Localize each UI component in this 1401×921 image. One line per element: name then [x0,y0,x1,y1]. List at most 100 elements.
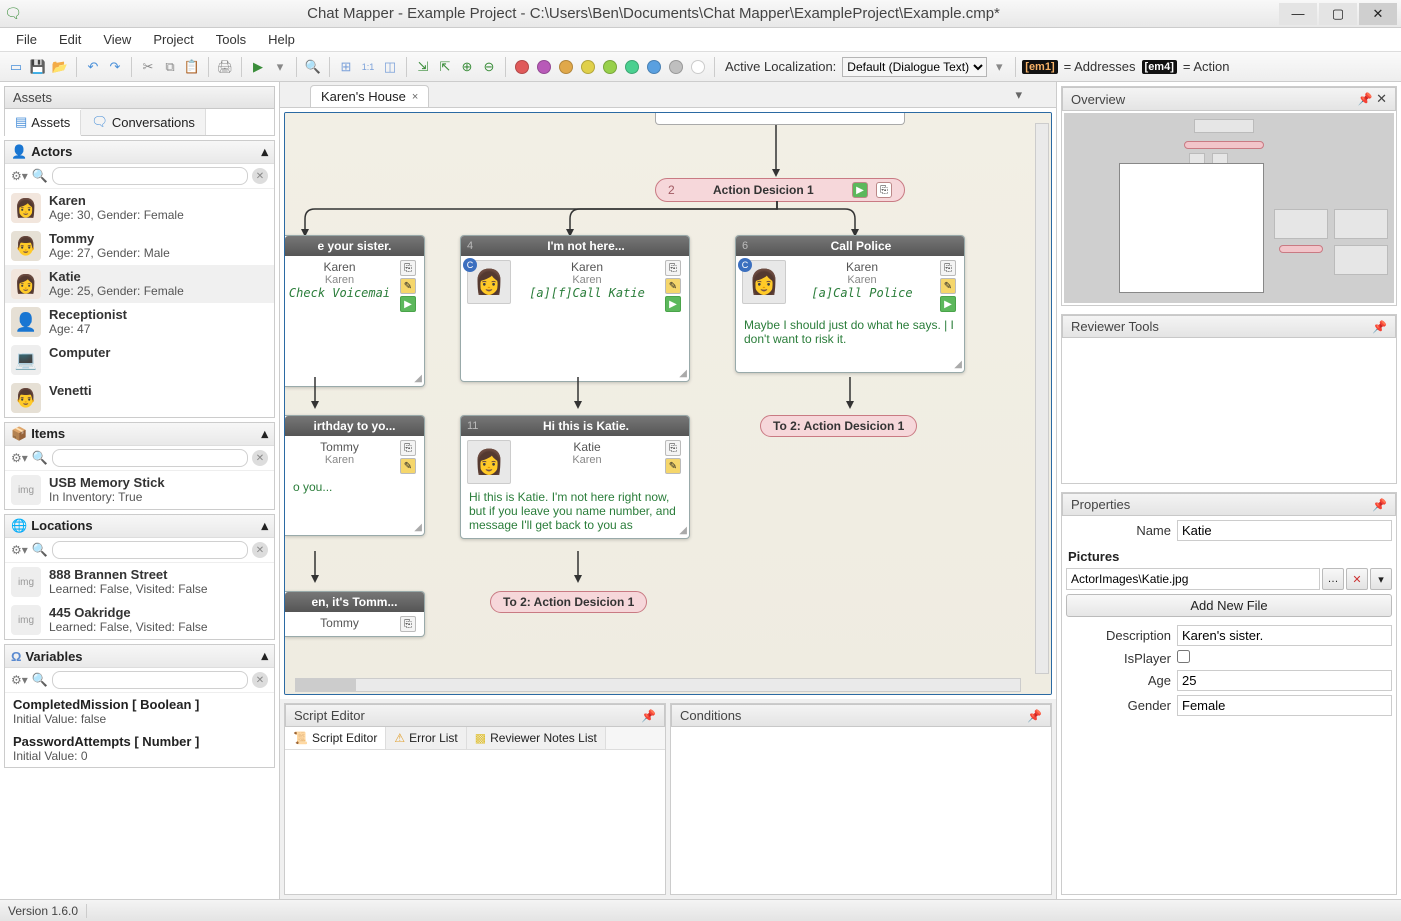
link-icon[interactable]: ⎘ [876,182,892,198]
variable-row-completed[interactable]: CompletedMission [ Boolean ]Initial Valu… [5,693,274,730]
vertical-scrollbar[interactable] [1035,123,1049,674]
prop-name-input[interactable] [1177,520,1392,541]
browse-button[interactable]: … [1322,568,1344,590]
actor-row-katie[interactable]: 👩KatieAge: 25, Gender: Female [5,265,274,303]
variable-row-password[interactable]: PasswordAttempts [ Number ]Initial Value… [5,730,274,767]
maximize-button[interactable]: ▢ [1319,3,1357,25]
paste-icon[interactable]: 📋 [182,57,202,77]
menu-project[interactable]: Project [143,30,203,49]
save-icon[interactable]: 💾 [28,57,48,77]
prop-isplayer-checkbox[interactable] [1177,650,1190,663]
item-row-usb[interactable]: imgUSB Memory StickIn Inventory: True [5,471,274,509]
close-tab-icon[interactable]: × [412,91,418,103]
color-gray[interactable] [666,57,686,77]
play-icon[interactable]: ▶ [248,57,268,77]
localization-select[interactable]: Default (Dialogue Text) [842,57,987,77]
dialogue-node-12[interactable]: en, it's Tomm... Tommy ⎘ [285,591,425,637]
expand-all-icon[interactable]: ⊕ [457,57,477,77]
goto-node-2b[interactable]: To 2: Action Desicion 1 [490,591,647,613]
pin-icon[interactable]: 📌 [1372,498,1387,512]
menu-help[interactable]: Help [258,30,305,49]
close-icon[interactable]: ✕ [1376,91,1387,106]
pin-icon[interactable]: 📌 [641,709,656,723]
play-menu-icon[interactable]: ▾ [270,57,290,77]
clear-icon[interactable]: ✕ [252,542,268,558]
close-button[interactable]: ✕ [1359,3,1397,25]
variables-search[interactable] [52,671,248,689]
pin-icon[interactable]: 📌 [1027,709,1042,723]
gear-icon[interactable]: ⚙▾ [11,673,28,687]
color-purple[interactable] [534,57,554,77]
overview-minimap[interactable] [1064,113,1394,303]
gear-icon[interactable]: ⚙▾ [11,451,28,465]
actor-row-receptionist[interactable]: 👤ReceptionistAge: 47 [5,303,274,341]
picture-path-input[interactable] [1066,568,1320,590]
clear-icon[interactable]: ✕ [252,672,268,688]
tab-script-editor[interactable]: 📜Script Editor [285,727,386,749]
clear-icon[interactable]: ✕ [252,450,268,466]
pin-icon[interactable]: 📌 [1372,320,1387,334]
horizontal-scrollbar[interactable] [295,678,1021,692]
locations-header[interactable]: 🌐Locations▴ [5,515,274,538]
prop-gender-input[interactable] [1177,695,1392,716]
actors-search[interactable] [52,167,248,185]
zoom-11-icon[interactable]: 1:1 [358,57,378,77]
actors-header[interactable]: 👤Actors▴ [5,141,274,164]
color-blue[interactable] [644,57,664,77]
dialogue-node-3[interactable]: e your sister. KarenKarenCheck Voicemai … [285,235,425,387]
tab-error-list[interactable]: ⚠Error List [386,727,466,749]
color-teal[interactable] [622,57,642,77]
cut-icon[interactable]: ✂ [138,57,158,77]
tab-conversations[interactable]: 🗨Conversations [81,109,206,135]
prop-age-input[interactable] [1177,670,1392,691]
expand-icon[interactable]: ⇲ [413,57,433,77]
items-header[interactable]: 📦Items▴ [5,423,274,446]
clear-icon[interactable]: ✕ [252,168,268,184]
collapse-all-icon[interactable]: ⊖ [479,57,499,77]
open-icon[interactable]: 📂 [50,57,70,77]
play-icon[interactable]: ▶ [400,296,416,312]
tab-reviewer-notes[interactable]: ▩Reviewer Notes List [467,727,606,749]
menu-tools[interactable]: Tools [206,30,256,49]
location-row-888[interactable]: img888 Brannen StreetLearned: False, Vis… [5,563,274,601]
zoom-fit-icon[interactable]: ⊞ [336,57,356,77]
decision-node[interactable]: 2 Action Desicion 1 ▶ ⎘ [655,178,905,202]
location-row-445[interactable]: img445 OakridgeLearned: False, Visited: … [5,601,274,639]
actor-row-tommy[interactable]: 👨TommyAge: 27, Gender: Male [5,227,274,265]
actor-row-computer[interactable]: 💻Computer [5,341,274,379]
minimize-button[interactable]: — [1279,3,1317,25]
script-icon[interactable]: ✎ [400,278,416,294]
dialogue-node-6[interactable]: C 6Call Police 👩 KarenKaren[a]Call Polic… [735,235,965,373]
prop-description-input[interactable] [1177,625,1392,646]
play-icon[interactable]: ▶ [852,182,868,198]
menu-view[interactable]: View [93,30,141,49]
dialogue-node-4[interactable]: C 4I'm not here... 👩 KarenKaren[a][f]Cal… [460,235,690,382]
menu-file[interactable]: File [6,30,47,49]
zoom-sel-icon[interactable]: ◫ [380,57,400,77]
tab-assets[interactable]: ▤Assets [5,110,81,136]
dialogue-node-11[interactable]: 11Hi this is Katie. 👩 KatieKaren ⎘✎ Hi t… [460,415,690,539]
color-none[interactable] [688,57,708,77]
gear-icon[interactable]: ⚙▾ [11,543,28,557]
copy-icon[interactable]: ⧉ [160,57,180,77]
add-new-file-button[interactable]: Add New File [1066,594,1392,617]
color-orange[interactable] [556,57,576,77]
items-search[interactable] [52,449,248,467]
doc-tab-karens-house[interactable]: Karen's House× [310,85,429,107]
localization-menu-icon[interactable]: ▾ [989,57,1009,77]
print-icon[interactable]: 🖨 [215,57,235,77]
redo-icon[interactable]: ↷ [105,57,125,77]
link-icon[interactable]: ⎘ [665,260,681,276]
dialogue-canvas[interactable]: 2 Action Desicion 1 ▶ ⎘ e your sister. [284,112,1052,695]
tab-menu-icon[interactable]: ▾ [1011,83,1026,107]
actor-row-karen[interactable]: 👩KarenAge: 30, Gender: Female [5,189,274,227]
variables-header[interactable]: ΩVariables▴ [5,645,274,668]
gear-icon[interactable]: ⚙▾ [11,169,28,183]
delete-picture-button[interactable]: ✕ [1346,568,1368,590]
find-icon[interactable]: 🔍 [303,57,323,77]
goto-node-2a[interactable]: To 2: Action Desicion 1 [760,415,917,437]
color-yellow[interactable] [578,57,598,77]
link-icon[interactable]: ⎘ [400,260,416,276]
picture-menu-button[interactable]: ▾ [1370,568,1392,590]
collapse-icon[interactable]: ⇱ [435,57,455,77]
